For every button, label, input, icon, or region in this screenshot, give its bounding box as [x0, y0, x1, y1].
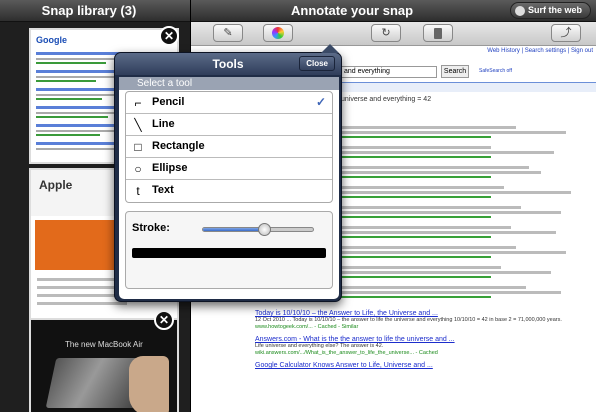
search-result — [341, 244, 591, 258]
close-icon: ✕ — [163, 29, 175, 43]
search-result — [341, 164, 591, 178]
ellipse-tool-icon: ○ — [134, 162, 142, 176]
delete-snap-button[interactable]: ✕ — [154, 310, 174, 330]
result-line — [36, 98, 102, 100]
close-icon: ✕ — [158, 313, 170, 327]
checkmark-icon: ✓ — [315, 95, 326, 109]
search-result — [341, 184, 591, 198]
pencil-tool-button[interactable]: ✎ — [213, 24, 243, 42]
search-result — [341, 144, 591, 158]
annotate-toolbar: ✎ ↻ ⤴ — [191, 22, 596, 46]
pencil-icon: ✎ — [223, 27, 233, 39]
video-caption: The new MacBook Air — [65, 340, 143, 349]
tool-label: Rectangle — [152, 140, 205, 152]
stroke-slider[interactable] — [202, 223, 314, 236]
share-icon: ⤴ — [560, 27, 572, 39]
google-logo: Google — [36, 35, 67, 45]
undo-icon: ↻ — [381, 27, 391, 39]
annotate-header: Annotate your snap Surf the web — [191, 0, 596, 22]
result-line — [36, 134, 100, 136]
tool-ellipse[interactable]: ○ Ellipse — [126, 158, 332, 180]
tool-line[interactable]: ╲ Line — [126, 114, 332, 136]
result-url: www.howtogeek.com/... - Cached - Similar — [255, 324, 359, 330]
apple-logo: Apple — [39, 178, 73, 192]
close-button[interactable]: Close — [299, 56, 335, 71]
trash-icon — [434, 28, 442, 39]
search-result: Today is 10/10/10 – the Answer to Life, … — [255, 310, 585, 330]
search-result — [341, 204, 591, 218]
app-root: Snap library (3) Google ✕ Apple The new … — [0, 0, 596, 412]
result-title: Today is 10/10/10 – the Answer to Life, … — [255, 310, 438, 317]
undo-button[interactable]: ↻ — [371, 24, 401, 42]
annotate-title: Annotate your snap — [291, 3, 414, 18]
delete-snap-button[interactable]: ✕ — [159, 26, 179, 46]
stroke-panel: Stroke: — [125, 211, 333, 289]
tool-pencil[interactable]: ⌐ Pencil ✓ — [126, 92, 332, 114]
hand-image — [129, 356, 169, 412]
color-picker-button[interactable] — [263, 24, 293, 42]
tool-list: ⌐ Pencil ✓ ╲ Line □ Rectangle ○ Ellipse — [125, 91, 333, 203]
search-result: Answers.com - What is the the answer to … — [255, 336, 585, 356]
snap-library-title: Snap library (3) — [41, 3, 137, 18]
popover-arrow — [321, 44, 339, 53]
popover-header: Tools Close — [115, 53, 341, 75]
stroke-label: Stroke: — [132, 222, 170, 234]
result-line — [36, 62, 106, 64]
rectangle-tool-icon: □ — [134, 140, 142, 154]
line-tool-icon: ╲ — [134, 118, 142, 132]
thumbnail-macbook-video[interactable]: The new MacBook Air — [29, 318, 179, 412]
tool-label: Text — [152, 184, 174, 196]
result-snippet: 12 Oct 2010 ... Today is 10/10/10 – the … — [255, 317, 562, 323]
slider-fill — [203, 228, 265, 231]
result-line — [36, 80, 96, 82]
popover-body: Select a tool ⌐ Pencil ✓ ╲ Line □ Rectan… — [119, 77, 339, 299]
page-safesearch-link: SafeSearch off — [479, 68, 512, 74]
share-button[interactable]: ⤴ — [551, 24, 581, 42]
calculator-result: universe and everything = 42 — [341, 96, 432, 103]
search-result — [341, 284, 591, 298]
trash-button[interactable] — [423, 24, 453, 42]
page-search-button: Search — [441, 65, 469, 78]
stroke-preview — [132, 248, 326, 258]
result-title: Google Calculator Knows Answer to Life, … — [255, 362, 433, 369]
tool-text[interactable]: t Text — [126, 180, 332, 202]
surf-button-label: Surf the web — [527, 5, 582, 15]
tool-label: Line — [152, 118, 175, 130]
pencil-tool-icon: ⌐ — [134, 96, 142, 110]
search-result — [341, 224, 591, 238]
tools-popover: Tools Close Select a tool ⌐ Pencil ✓ ╲ L… — [114, 44, 342, 302]
tool-label: Ellipse — [152, 162, 188, 174]
tool-label: Pencil — [152, 96, 185, 108]
page-row — [37, 302, 127, 305]
result-line — [36, 116, 108, 118]
section-header: Select a tool — [119, 77, 339, 90]
search-result — [341, 124, 591, 138]
result-line — [36, 88, 126, 91]
page-top-links: Web History | Search settings | Sign out — [487, 48, 593, 54]
globe-icon — [514, 5, 525, 16]
result-title: Answers.com - What is the the answer to … — [255, 336, 455, 343]
text-tool-icon: t — [136, 184, 140, 198]
snap-library-header: Snap library (3) — [0, 0, 190, 22]
result-url: wiki.answers.com/.../What_is_the_answer_… — [255, 350, 438, 356]
search-result: Google Calculator Knows Answer to Life, … — [255, 362, 585, 369]
page-search-input: and everything — [341, 66, 437, 78]
result-snippet: Life universe and everything else? The a… — [255, 343, 384, 349]
tool-rectangle[interactable]: □ Rectangle — [126, 136, 332, 158]
color-wheel-icon — [272, 27, 284, 39]
surf-the-web-button[interactable]: Surf the web — [509, 2, 591, 19]
search-result — [341, 264, 591, 278]
slider-knob[interactable] — [257, 223, 271, 236]
